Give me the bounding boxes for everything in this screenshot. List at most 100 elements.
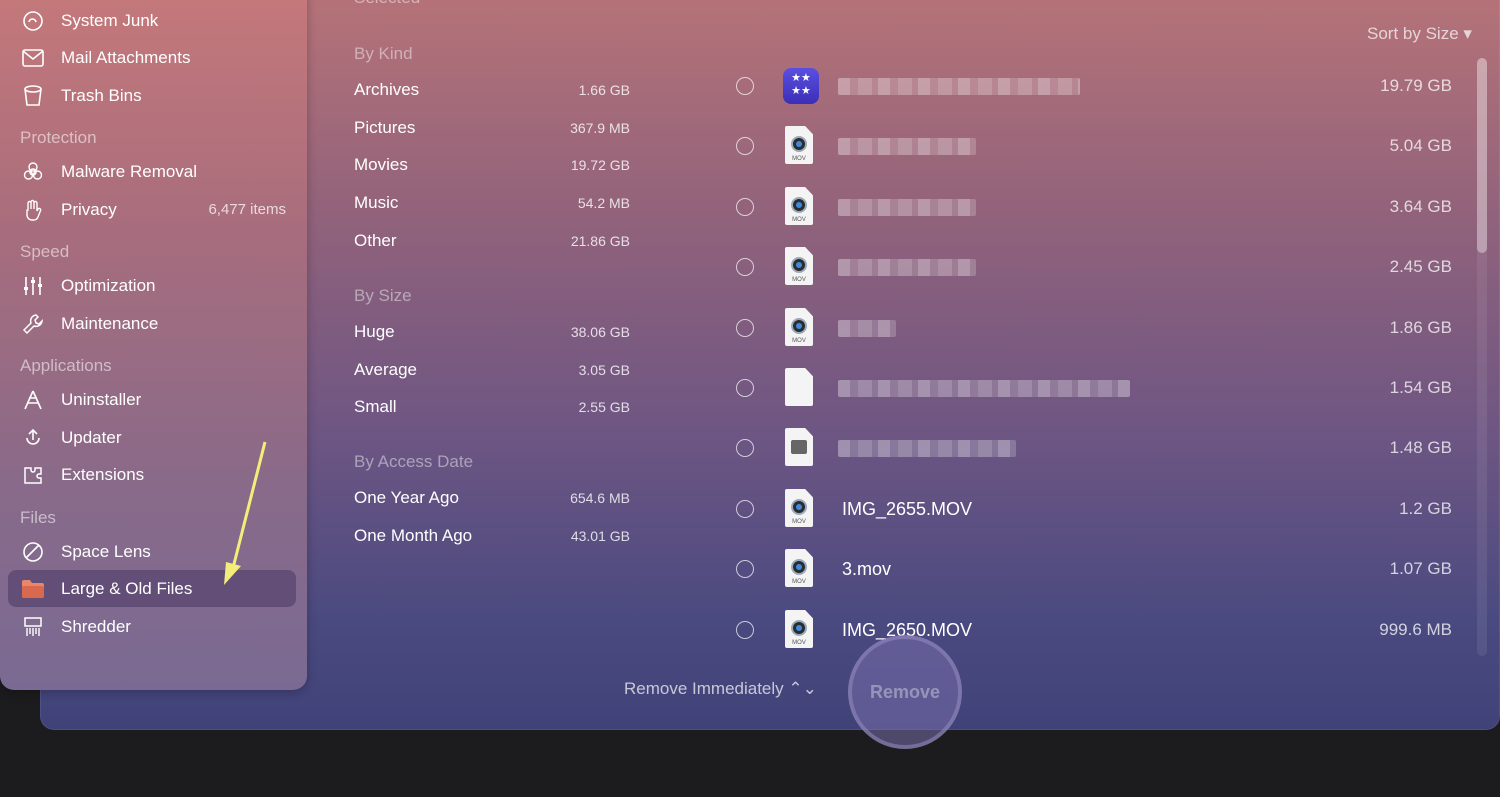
movie-file-icon: MOV: [780, 489, 818, 529]
sidebar-item-large-old-files[interactable]: Large & Old Files: [8, 570, 296, 607]
file-checkbox[interactable]: [736, 77, 754, 95]
file-checkbox[interactable]: [736, 198, 754, 216]
redacted-file-name: [838, 198, 976, 216]
category-row-music[interactable]: Music 54.2 MB: [354, 193, 630, 213]
category-name: One Year Ago: [354, 488, 459, 507]
category-row-movies[interactable]: Movies 19.72 GB: [354, 155, 630, 175]
file-size: 999.6 MB: [1379, 620, 1452, 639]
file-name: 3.mov: [842, 558, 892, 579]
category-name: Average: [354, 360, 418, 379]
category-size: 654.6 MB: [570, 490, 630, 506]
uninstaller-icon: [20, 387, 46, 413]
sort-by-size-dropdown[interactable]: Sort by Size ▾: [1367, 24, 1472, 44]
file-checkbox[interactable]: [736, 621, 754, 639]
file-size: 1.2 GB: [1399, 499, 1452, 518]
scrollbar-thumb[interactable]: [1477, 58, 1487, 253]
category-row-one-year-ago[interactable]: One Year Ago 654.6 MB: [354, 488, 630, 508]
category-row-other[interactable]: Other 21.86 GB: [354, 231, 630, 251]
sidebar-item-label: Mail Attachments: [61, 47, 191, 67]
file-checkbox[interactable]: [736, 319, 754, 337]
file-checkbox[interactable]: [736, 137, 754, 155]
remove-mode-dropdown[interactable]: Remove Immediately ⌃⌄: [624, 679, 817, 699]
file-row[interactable]: 1.54 GB: [736, 358, 1452, 418]
file-size: 3.64 GB: [1389, 197, 1452, 216]
category-row-pictures[interactable]: Pictures 367.9 MB: [354, 118, 630, 138]
category-row-small[interactable]: Small 2.55 GB: [354, 397, 630, 417]
redacted-file-name: [838, 379, 1130, 397]
redacted-file-name: [838, 439, 1016, 457]
sidebar-item-privacy[interactable]: Privacy 6,477 items: [8, 191, 296, 228]
sidebar-item-optimization[interactable]: Optimization: [8, 267, 296, 304]
file-row[interactable]: MOV 3.mov 1.07 GB: [736, 539, 1452, 599]
sidebar-item-label: Space Lens: [61, 541, 151, 561]
file-size: 19.79 GB: [1380, 76, 1452, 95]
sidebar-item-uninstaller[interactable]: Uninstaller: [8, 381, 296, 418]
sidebar-item-label: Large & Old Files: [61, 578, 193, 598]
mov-badge: MOV: [792, 277, 806, 283]
sidebar-item-mail-attachments[interactable]: Mail Attachments: [8, 39, 296, 76]
movie-file-icon: MOV: [780, 308, 818, 348]
redacted-file-name: [838, 319, 896, 337]
file-row[interactable]: MOV IMG_2650.MOV 999.6 MB: [736, 600, 1452, 660]
file-list-scrollbar[interactable]: [1477, 58, 1487, 656]
sidebar-item-extensions[interactable]: Extensions: [8, 456, 296, 493]
sliders-icon: [20, 273, 46, 299]
file-size: 1.86 GB: [1389, 318, 1452, 337]
category-row-one-month-ago[interactable]: One Month Ago 43.01 GB: [354, 526, 630, 546]
folder-icon: [20, 576, 46, 602]
file-checkbox[interactable]: [736, 500, 754, 518]
file-name: IMG_2655.MOV: [842, 498, 973, 519]
file-size: 2.45 GB: [1389, 257, 1452, 276]
file-row[interactable]: MOV 5.04 GB: [736, 116, 1452, 176]
file-size: 5.04 GB: [1389, 136, 1452, 155]
sidebar-item-space-lens[interactable]: Space Lens: [8, 533, 296, 570]
sidebar-item-maintenance[interactable]: Maintenance: [8, 305, 296, 342]
category-name: Movies: [354, 155, 408, 174]
file-row[interactable]: MOV 3.64 GB: [736, 177, 1452, 237]
sidebar-item-updater[interactable]: Updater: [8, 419, 296, 456]
category-size: 21.86 GB: [570, 233, 630, 249]
file-checkbox[interactable]: [736, 379, 754, 397]
mov-badge: MOV: [792, 338, 806, 344]
category-size: 54.2 MB: [577, 195, 630, 211]
section-speed: Speed: [20, 242, 70, 261]
sidebar-item-system-junk[interactable]: System Junk: [8, 2, 296, 39]
redacted-file-name: [838, 258, 976, 276]
shredder-icon: [20, 614, 46, 640]
file-size: 1.54 GB: [1389, 378, 1452, 397]
movie-file-icon: MOV: [780, 126, 818, 166]
category-name: Archives: [354, 80, 420, 99]
movie-file-icon: MOV: [780, 549, 818, 589]
mov-badge: MOV: [792, 640, 806, 646]
file-row[interactable]: MOV IMG_2655.MOV 1.2 GB: [736, 479, 1452, 539]
mov-badge: MOV: [792, 519, 806, 525]
remove-button[interactable]: Remove: [848, 635, 962, 749]
sidebar-item-label: Shredder: [61, 616, 131, 636]
mail-icon: [20, 45, 46, 71]
category-size: 38.06 GB: [570, 324, 630, 340]
file-checkbox[interactable]: [736, 560, 754, 578]
movie-file-icon: MOV: [780, 247, 818, 287]
file-size: 1.07 GB: [1389, 559, 1452, 578]
privacy-count: 6,477 items: [208, 201, 286, 218]
sidebar-item-label: Trash Bins: [61, 85, 142, 105]
file-row[interactable]: ★★ ★★ 19.79 GB: [736, 56, 1452, 116]
sidebar-item-shredder[interactable]: Shredder: [8, 608, 296, 645]
file-row[interactable]: MOV 1.86 GB: [736, 298, 1452, 358]
sidebar-item-malware-removal[interactable]: Malware Removal: [8, 153, 296, 190]
by-size-heading: By Size: [354, 286, 412, 305]
file-row[interactable]: MOV 2.45 GB: [736, 237, 1452, 297]
sidebar-item-label: Privacy: [61, 199, 117, 219]
sidebar: System Junk Mail Attachments Trash Bins …: [0, 0, 307, 690]
file-checkbox[interactable]: [736, 258, 754, 276]
sidebar-item-trash-bins[interactable]: Trash Bins: [8, 77, 296, 114]
mov-badge: MOV: [792, 217, 806, 223]
file-checkbox[interactable]: [736, 439, 754, 457]
category-size: 3.05 GB: [578, 362, 630, 378]
file-row[interactable]: 1.48 GB: [736, 418, 1452, 478]
category-row-average[interactable]: Average 3.05 GB: [354, 360, 630, 380]
category-name: Other: [354, 231, 397, 250]
category-row-huge[interactable]: Huge 38.06 GB: [354, 322, 630, 342]
category-name: Huge: [354, 322, 395, 341]
category-row-archives[interactable]: Archives 1.66 GB: [354, 80, 630, 100]
